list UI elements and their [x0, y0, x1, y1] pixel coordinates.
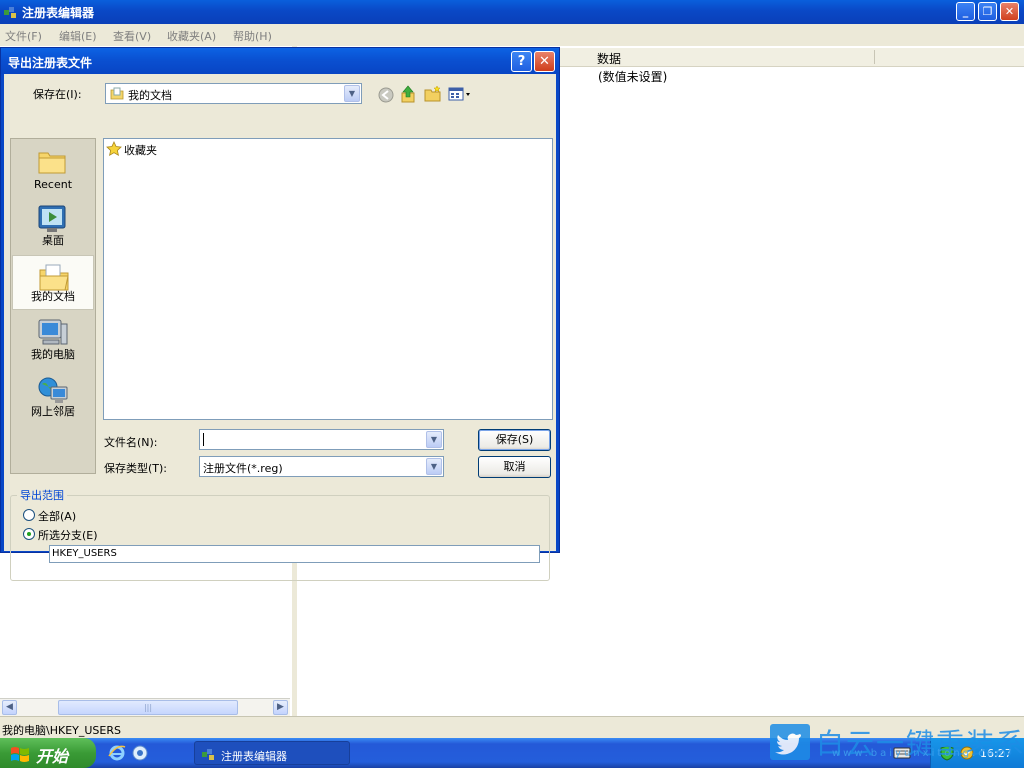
- filetype-dropdown[interactable]: 注册文件(*.reg) ▼: [199, 456, 444, 477]
- dialog-title-bar[interactable]: 导出注册表文件 ? ✕: [1, 48, 559, 74]
- twitter-bird-icon: [770, 724, 810, 760]
- scroll-left-button[interactable]: ◀: [2, 700, 17, 715]
- watermark-url: www.baiyunxitong.com: [832, 748, 1009, 759]
- up-one-level-icon[interactable]: [400, 85, 416, 103]
- internet-explorer-icon[interactable]: [108, 744, 126, 762]
- minimize-button[interactable]: _: [956, 2, 975, 21]
- column-divider[interactable]: [874, 50, 875, 64]
- new-folder-icon[interactable]: [424, 85, 442, 102]
- filename-input[interactable]: ▼: [199, 429, 444, 450]
- cancel-button[interactable]: 取消: [478, 456, 551, 478]
- dialog-title: 导出注册表文件: [8, 56, 93, 70]
- list-item-label: 收藏夹: [124, 144, 157, 157]
- windows-logo-icon: [11, 747, 29, 762]
- favorites-star-icon: [106, 141, 122, 156]
- export-all-label[interactable]: 全部(A): [38, 508, 76, 524]
- scroll-right-button[interactable]: ▶: [273, 700, 288, 715]
- scroll-thumb[interactable]: |||: [58, 700, 238, 715]
- regedit-app-icon: [4, 7, 16, 18]
- place-my-documents[interactable]: 我的文档: [12, 255, 94, 310]
- place-label: 网上邻居: [31, 405, 75, 418]
- taskbar-item-regedit[interactable]: 注册表编辑器: [194, 741, 350, 765]
- menu-file[interactable]: 文件(F): [5, 28, 42, 44]
- restore-button[interactable]: ❐: [978, 2, 997, 21]
- save-button[interactable]: 保存(S): [478, 429, 551, 451]
- export-range-title: 导出范围: [17, 487, 67, 503]
- menu-edit[interactable]: 编辑(E): [59, 28, 97, 44]
- dialog-help-button[interactable]: ?: [511, 51, 532, 72]
- desktop-icon: [38, 205, 66, 232]
- regedit-task-icon: [202, 749, 214, 760]
- main-window-title-bar[interactable]: 注册表编辑器 _ ❐ ✕: [0, 0, 1024, 24]
- show-desktop-icon[interactable]: [131, 744, 149, 762]
- close-window-button[interactable]: ✕: [1000, 2, 1019, 21]
- place-network[interactable]: 网上邻居: [12, 369, 94, 424]
- export-branch-radio[interactable]: [23, 528, 35, 540]
- status-path: 我的电脑\HKEY_USERS: [2, 724, 121, 737]
- save-in-value: 我的文档: [128, 89, 172, 102]
- file-list-view[interactable]: 收藏夹: [103, 138, 553, 420]
- save-in-dropdown-arrow[interactable]: ▼: [344, 85, 360, 102]
- column-header-data[interactable]: 数据: [597, 50, 621, 67]
- menu-bar: 文件(F) 编辑(E) 查看(V) 收藏夹(A) 帮助(H): [0, 24, 1024, 46]
- filename-label: 文件名(N):: [104, 436, 158, 449]
- task-label: 注册表编辑器: [221, 750, 287, 763]
- export-all-radio[interactable]: [23, 509, 35, 521]
- my-documents-small-icon: [110, 87, 124, 100]
- text-caret: [203, 433, 204, 446]
- filetype-dropdown-arrow[interactable]: ▼: [426, 458, 442, 475]
- start-button[interactable]: 开始: [0, 738, 96, 768]
- back-icon[interactable]: [378, 87, 394, 103]
- filetype-value: 注册文件(*.reg): [203, 462, 283, 475]
- place-label: 我的电脑: [31, 348, 75, 361]
- main-window-title: 注册表编辑器: [22, 6, 95, 20]
- radio-selected-dot: [27, 532, 31, 536]
- place-desktop[interactable]: 桌面: [12, 198, 94, 253]
- save-in-dropdown[interactable]: 我的文档 ▼: [105, 83, 362, 104]
- place-my-computer[interactable]: 我的电脑: [12, 312, 94, 367]
- places-bar: Recent 桌面 我的文档 我的电脑 网上邻居: [10, 138, 96, 474]
- place-label: 桌面: [42, 234, 64, 247]
- branch-path-input[interactable]: HKEY_USERS: [49, 545, 540, 563]
- place-label: Recent: [33, 178, 73, 191]
- value-data-cell[interactable]: (数值未设置): [598, 68, 667, 85]
- recent-folder-icon: [38, 152, 66, 174]
- filename-dropdown-arrow[interactable]: ▼: [426, 431, 442, 448]
- dialog-close-button[interactable]: ✕: [534, 51, 555, 72]
- list-item[interactable]: 收藏夹: [106, 141, 176, 157]
- watermark-logo: 白云一键重装系统 www.baiyunxitong.com: [770, 722, 1024, 764]
- place-recent[interactable]: Recent: [12, 141, 94, 196]
- start-label: 开始: [36, 747, 69, 766]
- export-registry-dialog: 导出注册表文件 ? ✕ 保存在(I): 我的文档 ▼ Recent 桌面 我的文…: [0, 47, 560, 581]
- menu-help[interactable]: 帮助(H): [233, 28, 272, 44]
- views-menu-icon[interactable]: [448, 87, 472, 101]
- export-branch-label[interactable]: 所选分支(E): [38, 527, 98, 543]
- place-label: 我的文档: [31, 290, 75, 303]
- filetype-label: 保存类型(T):: [104, 462, 168, 475]
- menu-view[interactable]: 查看(V): [113, 28, 151, 44]
- dialog-body: 保存在(I): 我的文档 ▼ Recent 桌面 我的文档 我的电脑 网上邻居 …: [4, 74, 556, 581]
- save-in-label: 保存在(I):: [33, 88, 82, 101]
- tree-horizontal-scrollbar[interactable]: ◀ ||| ▶: [0, 698, 290, 716]
- menu-favorites[interactable]: 收藏夹(A): [167, 28, 216, 44]
